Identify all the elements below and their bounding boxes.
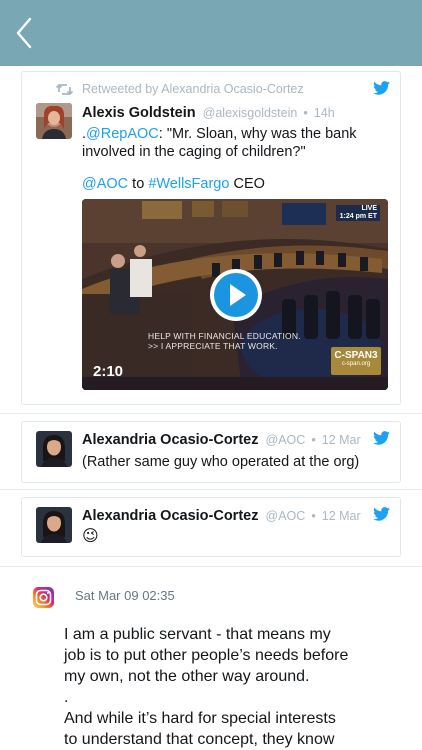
back-button[interactable] — [10, 14, 40, 52]
video-caption: HELP WITH FINANCIAL EDUCATION. >> I APPR… — [148, 331, 301, 351]
caption-line: HELP WITH FINANCIAL EDUCATION. — [148, 331, 301, 341]
post-line: to understand that concept, they know — [64, 731, 335, 748]
separator-dot: • — [311, 509, 316, 523]
author-name[interactable]: Alexis Goldstein — [82, 105, 196, 121]
divider — [0, 489, 422, 490]
tweet-header: Alexandria Ocasio-Cortez @AOC • 12 Mar — [82, 432, 361, 448]
post-date: Sat Mar 09 02:35 — [75, 588, 175, 603]
tweet-text: (Rather same guy who operated at the org… — [82, 454, 360, 470]
tweet-card[interactable]: Alexandria Ocasio-Cortez @AOC • 12 Mar (… — [21, 421, 401, 483]
live-time: 1:24 pm ET — [339, 213, 377, 220]
post-line: I am a public servant - that means my — [64, 626, 331, 643]
post-text: I am a public servant - that means my jo… — [64, 624, 404, 750]
avatar[interactable] — [36, 103, 72, 139]
live-label: LIVE — [361, 205, 377, 212]
text-fragment: : "Mr. Sloan, why was the bank — [158, 126, 357, 142]
play-button[interactable] — [210, 269, 262, 321]
mention-link[interactable]: @RepAOC — [86, 126, 159, 142]
post-line: . — [64, 689, 69, 706]
author-name[interactable]: Alexandria Ocasio-Cortez — [82, 508, 258, 524]
hashtag-link[interactable]: #WellsFargo — [148, 176, 229, 192]
video-thumbnail[interactable]: LIVE 1:24 pm ET HELP WITH FINANCIAL EDUC… — [82, 199, 388, 390]
mention-link[interactable]: @AOC — [82, 176, 128, 192]
text-fragment: to — [128, 176, 149, 192]
top-bar — [0, 0, 422, 66]
network-name: C-SPAN3 — [334, 350, 378, 361]
tweet-card[interactable]: Alexandria Ocasio-Cortez @AOC • 12 Mar 😉 — [21, 497, 401, 557]
chevron-left-icon — [16, 17, 32, 49]
text-line: involved in the caging of children?" — [82, 144, 306, 160]
tweet-time: 12 Mar — [321, 433, 361, 447]
avatar[interactable] — [36, 431, 72, 467]
network-url: c-span.org — [341, 361, 371, 367]
retweet-indicator: Retweeted by Alexandria Ocasio-Cortez — [56, 80, 304, 98]
tweet-time: 14h — [313, 106, 335, 120]
tweet-text: 😉 — [82, 528, 99, 545]
retweet-icon — [56, 83, 73, 95]
avatar[interactable] — [36, 507, 72, 543]
post-line: job is to put other people’s needs befor… — [64, 647, 349, 664]
tweet-card[interactable]: Retweeted by Alexandria Ocasio-Cortez Al… — [21, 71, 401, 405]
live-badge: LIVE 1:24 pm ET — [336, 205, 380, 221]
twitter-bird-icon[interactable] — [373, 507, 390, 521]
tweet-time: 12 Mar — [321, 509, 361, 523]
text-fragment: CEO — [229, 176, 265, 192]
network-logo: C-SPAN3 c-span.org — [331, 347, 381, 375]
tweet-header: Alexandria Ocasio-Cortez @AOC • 12 Mar — [82, 508, 361, 524]
retweet-text: Retweeted by Alexandria Ocasio-Cortez — [82, 82, 304, 96]
instagram-icon[interactable] — [33, 587, 54, 608]
divider — [0, 413, 422, 414]
post-line: And while it’s hard for special interest… — [64, 710, 336, 727]
divider — [0, 566, 422, 567]
twitter-bird-icon[interactable] — [373, 81, 390, 95]
author-handle: @AOC — [265, 509, 306, 523]
separator-dot: • — [311, 433, 316, 447]
tweet-header: Alexis Goldstein @alexisgoldstein • 14h — [82, 105, 335, 121]
separator-dot: • — [303, 106, 308, 120]
video-duration: 2:10 — [93, 363, 124, 380]
caption-line: >> I APPRECIATE THAT WORK. — [148, 341, 278, 351]
author-name[interactable]: Alexandria Ocasio-Cortez — [82, 432, 258, 448]
tweet-text: .@RepAOC: "Mr. Sloan, why was the bank i… — [82, 125, 392, 193]
twitter-bird-icon[interactable] — [373, 431, 390, 445]
author-handle: @AOC — [265, 433, 306, 447]
author-handle: @alexisgoldstein — [202, 106, 298, 120]
post-line: my own, not the other way around. — [64, 668, 310, 685]
play-icon — [214, 273, 258, 317]
